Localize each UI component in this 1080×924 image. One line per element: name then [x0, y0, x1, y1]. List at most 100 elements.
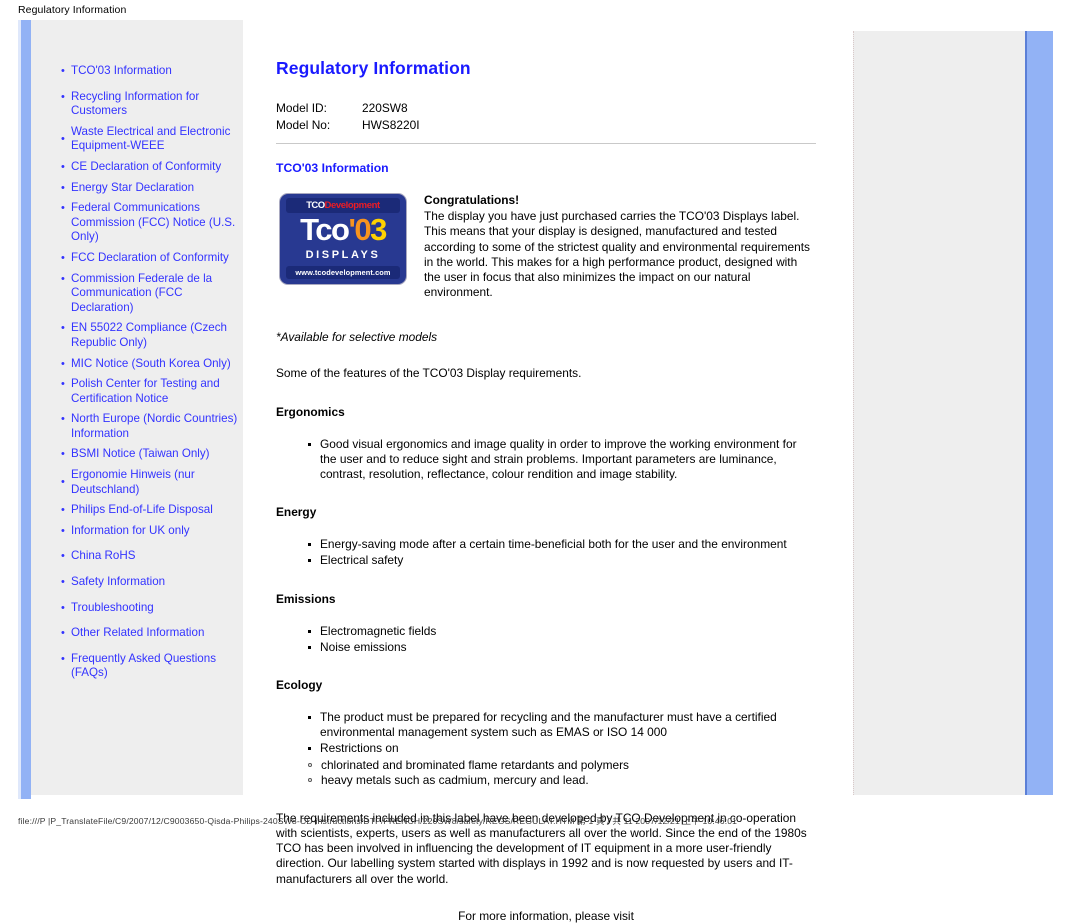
list-item: Electrical safety [308, 553, 816, 568]
sidebar: • TCO'03 Information • Recycling Informati… [31, 20, 243, 795]
sidebar-item-mic-notice[interactable]: • MIC Notice (South Korea Only) [61, 357, 246, 372]
sidebar-nav-list: • TCO'03 Information • Recycling Informati… [61, 64, 246, 692]
sidebar-item-label: Waste Electrical and Electronic Equipmen… [71, 124, 231, 153]
bullet-icon: • [61, 476, 65, 489]
bullet-icon: • [61, 601, 65, 614]
tco-displays-logo-icon: TCODevelopment Tco'03 DISPLAYS www.tcode… [279, 193, 407, 285]
bullet-icon: • [61, 448, 65, 461]
more-information-line: For more information, please visit [458, 908, 634, 923]
bullet-icon: • [61, 550, 65, 563]
congratulations-body: The display you have just purchased carr… [424, 209, 810, 300]
bullet-icon: • [61, 652, 65, 665]
sidebar-item-faqs[interactable]: • Frequently Asked Questions (FAQs) [61, 652, 246, 681]
document-title: Regulatory Information [18, 4, 127, 16]
sidebar-item-label: Federal Communications Commission (FCC) … [71, 201, 236, 244]
sidebar-item-label: Troubleshooting [71, 600, 154, 614]
sidebar-item-en55022[interactable]: • EN 55022 Compliance (Czech Republic Onl… [61, 321, 246, 350]
bullet-icon: • [61, 272, 65, 285]
available-models-note: *Available for selective models [276, 330, 438, 345]
content-body: Regulatory Information Model ID: 220SW8 … [276, 58, 816, 924]
sidebar-item-label: BSMI Notice (Taiwan Only) [71, 447, 210, 461]
model-no-label: Model No: [276, 118, 331, 132]
list-item: Energy-saving mode after a certain time-… [308, 537, 816, 552]
sidebar-item-label: North Europe (Nordic Countries) Informat… [71, 412, 238, 440]
model-info-table: Model ID: 220SW8 Model No: HWS8220I [276, 101, 420, 135]
sub-list-item: heavy metals such as cadmium, mercury an… [308, 773, 816, 789]
tco-logo-wordmark: Tco'03 [280, 214, 406, 246]
sidebar-item-recycling-information[interactable]: • Recycling Information for Customers [61, 90, 246, 119]
table-row: Model No: HWS8220I [276, 118, 420, 135]
section-title-ecology: Ecology [276, 678, 323, 693]
list-item: Electromagnetic fields [308, 624, 816, 639]
sidebar-item-commission-federale[interactable]: • Commission Federale de la Communication… [61, 272, 246, 316]
bullet-icon: • [61, 160, 65, 173]
bullet-icon: • [61, 357, 65, 370]
sidebar-item-label: Commission Federale de la Communication … [71, 271, 213, 314]
bullet-icon: • [61, 576, 65, 589]
sidebar-item-label: China RoHS [71, 549, 136, 563]
sidebar-item-tco03-information[interactable]: • TCO'03 Information [61, 64, 246, 79]
sidebar-item-label: Philips End-of-Life Disposal [71, 503, 213, 517]
right-blue-rail [1025, 31, 1053, 795]
congratulations-title: Congratulations! [424, 193, 520, 207]
bullet-icon: • [61, 202, 65, 215]
sidebar-item-end-of-life-disposal[interactable]: • Philips End-of-Life Disposal [61, 503, 246, 518]
sidebar-item-north-europe[interactable]: • North Europe (Nordic Countries) Informa… [61, 412, 246, 441]
sidebar-item-label: EN 55022 Compliance (Czech Republic Only… [71, 321, 227, 349]
tco-url-banner: www.tcodevelopment.com [286, 266, 400, 279]
list-item: Noise emissions [308, 640, 816, 655]
tco-banner-part2: Development [324, 200, 381, 211]
right-gray-panel [853, 31, 1025, 795]
sidebar-item-bsmi-notice[interactable]: • BSMI Notice (Taiwan Only) [61, 447, 246, 462]
bullet-icon: • [61, 65, 65, 77]
section-title-emissions: Emissions [276, 591, 336, 606]
section-title-energy: Energy [276, 505, 317, 520]
model-no-value: HWS8220I [362, 118, 420, 132]
bullet-icon: • [61, 413, 65, 426]
features-intro: Some of the features of the TCO'03 Displ… [276, 366, 582, 381]
page-title: Regulatory Information [276, 58, 471, 78]
tco-zero: 0 [354, 212, 371, 247]
sidebar-item-label: Ergonomie Hinweis (nur Deutschland) [71, 468, 195, 496]
tco-three: 3 [370, 212, 387, 247]
list-item: Good visual ergonomics and image quality… [308, 437, 816, 483]
sidebar-item-polish-center[interactable]: • Polish Center for Testing and Certifica… [61, 377, 246, 406]
bullet-icon: • [61, 181, 65, 194]
sidebar-item-label: Other Related Information [71, 626, 205, 640]
sidebar-item-fcc-declaration[interactable]: • FCC Declaration of Conformity [61, 251, 246, 266]
ergonomics-list: Good visual ergonomics and image quality… [276, 437, 816, 483]
sidebar-item-label: Safety Information [71, 575, 166, 589]
left-blue-rail [18, 20, 31, 799]
bullet-icon: • [61, 251, 65, 264]
sidebar-item-ergonomie-hinweis[interactable]: • Ergonomie Hinweis (nur Deutschland) [61, 468, 246, 497]
sidebar-item-label: TCO'03 Information [71, 64, 172, 77]
tco-banner-part1: TCO [306, 200, 325, 211]
sidebar-item-weee[interactable]: • Waste Electrical and Electronic Equipme… [61, 125, 246, 154]
status-bar: file:///P |P_TranslateFile/C9/2007/12/C9… [18, 816, 738, 826]
page-canvas: • TCO'03 Information • Recycling Informati… [18, 20, 1060, 923]
energy-list: Energy-saving mode after a certain time-… [276, 537, 816, 568]
tco-logo-row: TCODevelopment Tco'03 DISPLAYS www.tcode… [276, 193, 816, 300]
sidebar-item-ce-declaration[interactable]: • CE Declaration of Conformity [61, 160, 246, 175]
bullet-icon: • [61, 504, 65, 517]
sidebar-item-fcc-notice[interactable]: • Federal Communications Commission (FCC)… [61, 201, 246, 245]
sidebar-item-other-related-information[interactable]: • Other Related Information [61, 626, 246, 641]
sidebar-item-troubleshooting[interactable]: • Troubleshooting [61, 601, 246, 616]
divider [276, 143, 816, 144]
sidebar-item-safety-information[interactable]: • Safety Information [61, 575, 246, 590]
bullet-icon: • [61, 322, 65, 335]
sub-list-item: chlorinated and brominated flame retarda… [308, 758, 816, 774]
sidebar-item-uk-information[interactable]: • Information for UK only [61, 524, 246, 539]
tco-displays-text: DISPLAYS [305, 249, 381, 261]
ecology-list: The product must be prepared for recycli… [276, 710, 816, 757]
bullet-icon: • [61, 524, 65, 537]
bullet-icon: • [61, 90, 65, 103]
sidebar-item-label: Recycling Information for Customers [71, 89, 200, 118]
sidebar-item-china-rohs[interactable]: • China RoHS [61, 549, 246, 564]
table-row: Model ID: 220SW8 [276, 101, 420, 118]
model-id-value: 220SW8 [362, 101, 408, 115]
sidebar-item-energy-star[interactable]: • Energy Star Declaration [61, 181, 246, 196]
emissions-list: Electromagnetic fields Noise emissions [276, 624, 816, 655]
congratulations-block: Congratulations! The display you have ju… [424, 193, 816, 300]
main-content: Regulatory Information Model ID: 220SW8 … [243, 20, 853, 923]
